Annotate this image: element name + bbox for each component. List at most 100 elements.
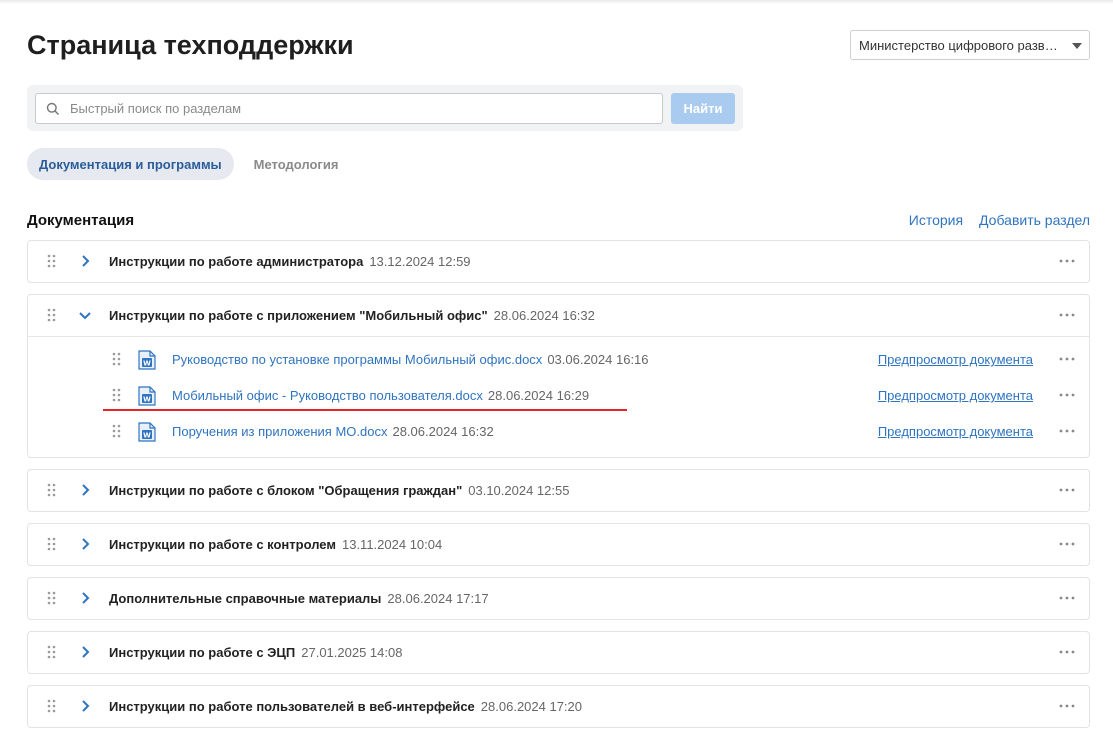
red-annotation-underline bbox=[103, 409, 627, 411]
group-title: Инструкции по работе с контролем bbox=[109, 537, 336, 552]
group-date: 13.12.2024 12:59 bbox=[369, 254, 471, 269]
search-box bbox=[35, 93, 663, 124]
more-icon[interactable] bbox=[1059, 699, 1075, 713]
tabs: Документация и программы Методология bbox=[27, 148, 350, 180]
chevron-down-icon bbox=[1072, 43, 1082, 49]
chevron-right-icon[interactable] bbox=[78, 253, 92, 269]
group-title-line: Инструкции по работе с ЭЦП 27.01.2025 14:… bbox=[109, 645, 402, 660]
document-name[interactable]: Мобильный офис - Руководство пользовател… bbox=[172, 388, 483, 403]
more-icon[interactable] bbox=[1059, 645, 1075, 659]
group-header[interactable]: Инструкции по работе с приложением "Моби… bbox=[28, 295, 1089, 336]
group-title: Инструкции по работе администратора bbox=[109, 254, 364, 269]
organization-select-value: Министерство цифрового развития bbox=[859, 37, 1063, 53]
document-link[interactable]: Руководство по установке программы Мобил… bbox=[172, 352, 649, 367]
section-title: Документация bbox=[27, 212, 135, 229]
svg-text:W: W bbox=[143, 432, 151, 440]
group-title: Инструкции по работе с ЭЦП bbox=[109, 645, 296, 660]
group-header[interactable]: Инструкции по работе с контролем 13.11.20… bbox=[28, 524, 1089, 565]
drag-handle-icon[interactable] bbox=[112, 388, 121, 402]
search-panel: Найти bbox=[27, 85, 743, 131]
group-title-line: Инструкции по работе с контролем 13.11.20… bbox=[109, 537, 442, 552]
more-icon[interactable] bbox=[1059, 591, 1075, 605]
document-date: 28.06.2024 16:29 bbox=[487, 388, 590, 403]
svg-text:W: W bbox=[143, 360, 151, 368]
tab-documentation-programs[interactable]: Документация и программы bbox=[27, 148, 234, 180]
top-shadow bbox=[0, 0, 1113, 4]
section-group-expanded: Инструкции по работе с приложением "Моби… bbox=[27, 294, 1090, 458]
drag-handle-icon[interactable] bbox=[47, 483, 56, 497]
drag-handle-icon[interactable] bbox=[112, 352, 121, 366]
more-icon[interactable] bbox=[1059, 537, 1075, 551]
more-icon[interactable] bbox=[1059, 483, 1075, 497]
document-row: W Поручения из приложения МО.docx 28.06.2… bbox=[28, 413, 1089, 449]
document-row: W Руководство по установке программы Моб… bbox=[28, 341, 1089, 377]
drag-handle-icon[interactable] bbox=[47, 537, 56, 551]
section-group: Инструкции по работе пользователей в веб… bbox=[27, 685, 1090, 728]
search-icon bbox=[36, 94, 70, 123]
more-icon[interactable] bbox=[1059, 254, 1075, 268]
group-header[interactable]: Инструкции по работе с блоком "Обращения… bbox=[28, 470, 1089, 511]
search-input[interactable] bbox=[70, 94, 650, 123]
drag-handle-icon[interactable] bbox=[47, 254, 56, 268]
page-title: Страница техподдержки bbox=[27, 30, 354, 60]
preview-document-link[interactable]: Предпросмотр документа bbox=[878, 388, 1033, 403]
chevron-right-icon[interactable] bbox=[78, 644, 92, 660]
chevron-down-icon[interactable] bbox=[78, 307, 92, 323]
document-date: 03.06.2024 16:16 bbox=[547, 352, 649, 367]
group-date: 13.11.2024 10:04 bbox=[341, 537, 443, 552]
section-group: Инструкции по работе с блоком "Обращения… bbox=[27, 469, 1090, 512]
preview-document-link[interactable]: Предпросмотр документа bbox=[878, 352, 1033, 367]
more-icon[interactable] bbox=[1059, 352, 1075, 366]
group-date: 28.06.2024 17:17 bbox=[387, 591, 489, 606]
group-title: Инструкции по работе пользователей в веб… bbox=[109, 699, 475, 714]
more-icon[interactable] bbox=[1059, 308, 1075, 322]
word-document-icon: W bbox=[138, 422, 156, 442]
group-header[interactable]: Инструкции по работе пользователей в веб… bbox=[28, 686, 1089, 727]
section-group: Инструкции по работе с ЭЦП 27.01.2025 14:… bbox=[27, 631, 1090, 674]
group-title-line: Инструкции по работе с приложением "Моби… bbox=[109, 308, 595, 323]
drag-handle-icon[interactable] bbox=[47, 308, 56, 322]
section-group: Инструкции по работе с контролем 13.11.20… bbox=[27, 523, 1090, 566]
section-group: Инструкции по работе администратора 13.12… bbox=[27, 240, 1090, 283]
history-link[interactable]: История bbox=[909, 212, 963, 228]
document-list: W Руководство по установке программы Моб… bbox=[28, 336, 1089, 457]
drag-handle-icon[interactable] bbox=[47, 591, 56, 605]
document-link[interactable]: Мобильный офис - Руководство пользовател… bbox=[172, 388, 589, 403]
group-date: 28.06.2024 16:32 bbox=[493, 308, 595, 323]
drag-handle-icon[interactable] bbox=[47, 699, 56, 713]
svg-text:W: W bbox=[143, 396, 151, 404]
more-icon[interactable] bbox=[1059, 388, 1075, 402]
document-row: W Мобильный офис - Руководство пользоват… bbox=[28, 377, 1089, 413]
document-name[interactable]: Поручения из приложения МО.docx bbox=[172, 424, 387, 439]
word-document-icon: W bbox=[138, 386, 156, 406]
word-document-icon: W bbox=[138, 350, 156, 370]
find-button[interactable]: Найти bbox=[671, 93, 735, 124]
chevron-right-icon[interactable] bbox=[78, 590, 92, 606]
group-title-line: Дополнительные справочные материалы 28.06… bbox=[109, 591, 489, 606]
group-header[interactable]: Дополнительные справочные материалы 28.06… bbox=[28, 578, 1089, 619]
chevron-right-icon[interactable] bbox=[78, 698, 92, 714]
group-header[interactable]: Инструкции по работе администратора 13.12… bbox=[28, 241, 1089, 282]
section-group: Дополнительные справочные материалы 28.06… bbox=[27, 577, 1090, 620]
group-date: 27.01.2025 14:08 bbox=[301, 645, 403, 660]
add-section-link[interactable]: Добавить раздел bbox=[979, 212, 1090, 228]
drag-handle-icon[interactable] bbox=[47, 645, 56, 659]
document-name[interactable]: Руководство по установке программы Мобил… bbox=[172, 352, 542, 367]
chevron-right-icon[interactable] bbox=[78, 482, 92, 498]
document-link[interactable]: Поручения из приложения МО.docx 28.06.202… bbox=[172, 424, 494, 439]
tab-methodology[interactable]: Методология bbox=[242, 148, 351, 180]
group-title-line: Инструкции по работе администратора 13.12… bbox=[109, 254, 471, 269]
group-title: Инструкции по работе с блоком "Обращения… bbox=[109, 483, 463, 498]
group-title-line: Инструкции по работе пользователей в веб… bbox=[109, 699, 582, 714]
support-page: Страница техподдержки Министерство цифро… bbox=[0, 0, 1113, 744]
group-date: 28.06.2024 17:20 bbox=[480, 699, 583, 714]
section-actions: История Добавить раздел bbox=[893, 212, 1090, 228]
drag-handle-icon[interactable] bbox=[112, 424, 121, 438]
document-date: 28.06.2024 16:32 bbox=[392, 424, 494, 439]
organization-select[interactable]: Министерство цифрового развития bbox=[850, 30, 1090, 60]
group-header[interactable]: Инструкции по работе с ЭЦП 27.01.2025 14:… bbox=[28, 632, 1089, 673]
preview-document-link[interactable]: Предпросмотр документа bbox=[878, 424, 1033, 439]
group-title: Дополнительные справочные материалы bbox=[109, 591, 382, 606]
chevron-right-icon[interactable] bbox=[78, 536, 92, 552]
more-icon[interactable] bbox=[1059, 424, 1075, 438]
